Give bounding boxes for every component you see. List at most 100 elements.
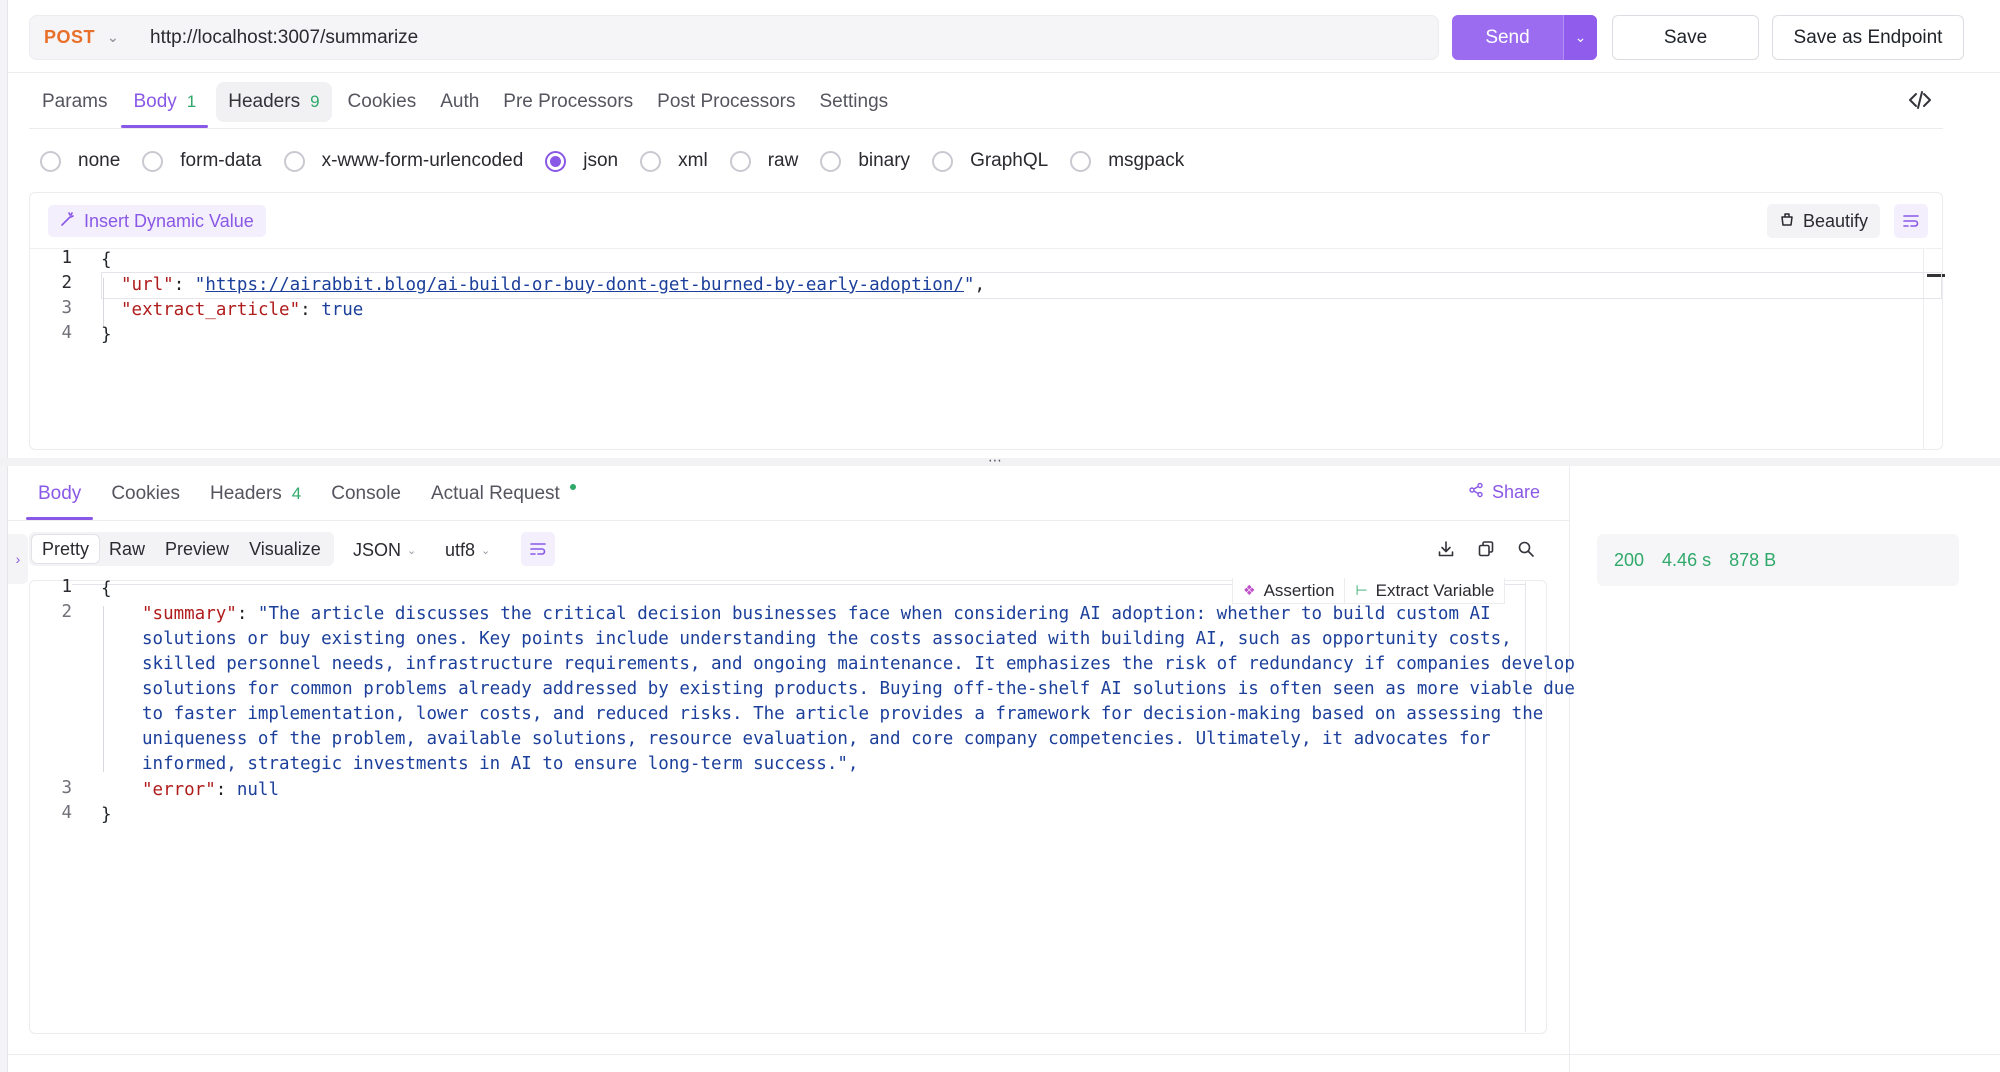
tab-auth[interactable]: Auth [428,82,491,122]
assertion-icon: ❖ [1243,582,1256,598]
code-icon[interactable] [1908,88,1932,112]
view-pretty[interactable]: Pretty [32,535,100,563]
radio-raw[interactable]: raw [729,150,798,172]
assertion-label: Assertion [1263,580,1335,600]
radio-icon[interactable] [40,150,61,172]
word-wrap-icon[interactable] [521,532,555,566]
radio-icon[interactable] [545,150,567,172]
radio-icon[interactable] [1070,150,1092,172]
radio-label: xml [678,150,708,171]
json-url-value[interactable]: https://airabbit.blog/ai-build-or-buy-do… [205,275,964,295]
radio-form-data[interactable]: form-data [142,150,262,172]
word-wrap-icon[interactable] [1894,204,1928,238]
code-line: } [101,323,112,348]
radio-icon[interactable] [729,150,751,172]
tab-response-body[interactable]: Body [26,474,94,520]
chevron-down-icon: ⌄ [481,544,491,557]
code-line: } [101,803,112,828]
code-line: "error": null [142,780,279,800]
tab-label: Auth [440,91,480,112]
beautify-label: Beautify [1803,210,1869,231]
format-select[interactable]: JSON ⌄ [353,536,416,564]
indent-guide [103,606,104,772]
radio-none[interactable]: none [40,150,120,172]
response-scrollbar[interactable] [1525,582,1526,1032]
radio-icon[interactable] [932,150,954,172]
tab-params[interactable]: Params [30,82,119,122]
tab-headers[interactable]: Headers 9 [216,82,332,122]
radio-binary[interactable]: binary [820,150,910,172]
line-number: 2 [61,273,72,293]
share-label: Share [1492,482,1541,502]
copy-icon[interactable] [1474,537,1498,561]
tab-label: Body [38,483,82,504]
encoding-select[interactable]: utf8 ⌄ [445,536,490,564]
extract-variable-button[interactable]: ⊢ Extract Variable [1344,577,1504,604]
share-button[interactable]: Share [1468,482,1540,503]
json-value: null [236,780,279,800]
tab-response-cookies[interactable]: Cookies [99,474,192,514]
url-input[interactable]: http://localhost:3007/summarize [130,27,418,49]
send-button[interactable]: Send ⌄ [1452,15,1597,60]
tab-label: Cookies [347,91,417,112]
save-as-endpoint-button[interactable]: Save as Endpoint [1772,15,1964,60]
tab-label: Headers [228,91,301,112]
radio-label: GraphQL [970,150,1049,171]
tab-label: Cookies [111,483,180,504]
send-label[interactable]: Send [1452,15,1563,60]
tab-actual-request[interactable]: Actual Request [419,474,588,514]
status-code: 200 [1614,549,1645,570]
code-line: "summary": "The article discusses the cr… [142,604,1491,624]
tab-pre-processors[interactable]: Pre Processors [491,82,645,122]
tab-label: Params [42,91,108,112]
radio-graphql[interactable]: GraphQL [932,150,1048,172]
status-dot [569,484,576,490]
view-raw[interactable]: Raw [99,535,155,563]
view-preview[interactable]: Preview [155,535,239,563]
tab-console[interactable]: Console [319,474,413,514]
insert-dynamic-value-button[interactable]: Insert Dynamic Value [48,205,266,237]
tab-label: Actual Request [430,483,560,504]
line-number: 3 [61,298,72,318]
insert-dynamic-label: Insert Dynamic Value [84,210,254,231]
url-bar[interactable]: POST ⌄ http://localhost:3007/summarize [29,15,1439,60]
json-key: "url" [121,275,174,295]
line-number: 1 [61,248,72,268]
search-icon[interactable] [1514,537,1538,561]
json-string-value: solutions or buy existing ones. Key poin… [142,629,1512,649]
drag-handle-icon[interactable]: ⋯ [988,452,1003,469]
chevron-down-icon[interactable]: ⌄ [1563,15,1597,60]
code-line: "url": "https://airabbit.blog/ai-build-o… [121,275,985,295]
download-icon[interactable] [1434,537,1458,561]
radio-label: form-data [180,150,262,171]
tab-cookies[interactable]: Cookies [336,82,429,122]
view-visualize[interactable]: Visualize [239,535,331,563]
radio-icon[interactable] [142,150,164,172]
response-actions: ❖ Assertion ⊢ Extract Variable [1232,577,1506,604]
radio-json[interactable]: json [545,150,618,172]
tab-body[interactable]: Body 1 [121,82,209,128]
tab-label: Settings [819,91,889,112]
beautify-button[interactable]: Beautify [1767,204,1881,238]
line-number: 2 [61,602,72,622]
radio-msgpack[interactable]: msgpack [1070,150,1184,172]
tab-label: Pre Processors [503,91,634,112]
view-mode-segment: Pretty Raw Preview Visualize [29,532,334,566]
radio-label: none [78,150,121,171]
tab-post-processors[interactable]: Post Processors [645,82,807,122]
tab-response-headers[interactable]: Headers 4 [198,474,313,514]
method-select[interactable]: POST ⌄ [30,16,130,59]
chevron-right-icon[interactable]: › [8,534,28,584]
code-line: { [101,248,112,273]
tab-settings[interactable]: Settings [808,82,901,122]
line-number: 1 [61,577,72,597]
radio-icon[interactable] [820,150,842,172]
assertion-button[interactable]: ❖ Assertion [1233,578,1344,604]
radio-xml[interactable]: xml [640,150,708,172]
radio-x-www-form-urlencoded[interactable]: x-www-form-urlencoded [283,150,523,172]
radio-icon[interactable] [640,150,662,172]
save-button[interactable]: Save [1612,15,1759,60]
divider [8,1054,2000,1055]
tab-label: Headers [209,483,282,504]
radio-icon[interactable] [283,150,305,172]
